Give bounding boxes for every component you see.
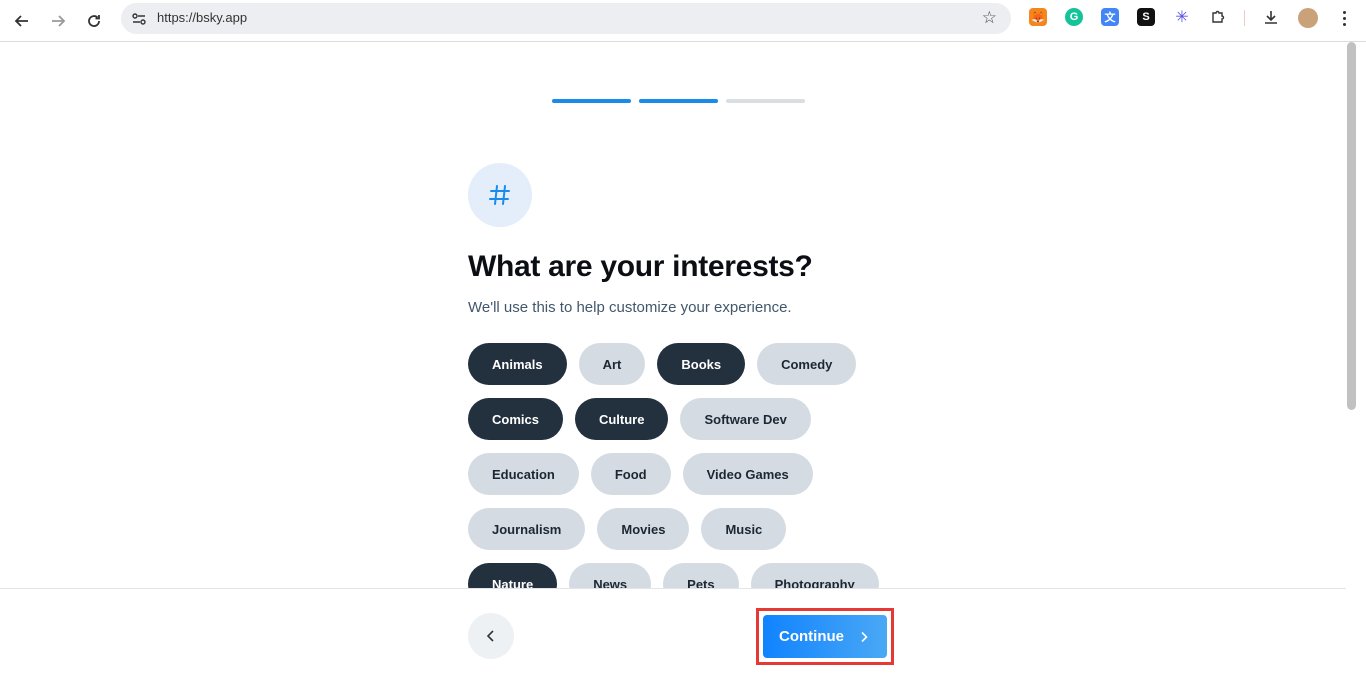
interest-chip-comics[interactable]: Comics	[468, 398, 563, 440]
progress-step-2	[639, 99, 718, 103]
translate-extension-icon[interactable]: 文	[1101, 8, 1119, 26]
browser-menu-icon[interactable]	[1336, 6, 1352, 30]
interest-chip-education[interactable]: Education	[468, 453, 579, 495]
interest-chip-art[interactable]: Art	[578, 343, 646, 385]
interest-chip-photography[interactable]: Photography	[750, 563, 879, 589]
back-button[interactable]	[468, 613, 514, 659]
metamask-extension-icon[interactable]: 🦊	[1029, 8, 1047, 26]
interest-chip-journalism[interactable]: Journalism	[468, 508, 586, 550]
toolbar-separator	[1244, 10, 1245, 26]
site-info-icon[interactable]	[127, 7, 151, 31]
progress-step-3	[726, 99, 805, 103]
grammarly-extension-icon[interactable]: G	[1065, 8, 1083, 26]
step-progress	[552, 99, 805, 103]
browser-toolbar: https://bsky.app ☆ 🦊 G 文 S ✳	[0, 0, 1366, 42]
page-subtitle: We'll use this to help customize your ex…	[468, 299, 792, 316]
interest-chip-culture[interactable]: Culture	[574, 398, 669, 440]
interest-chip-food[interactable]: Food	[590, 453, 671, 495]
scrollbar-thumb[interactable]	[1347, 42, 1356, 410]
asterisk-extension-icon[interactable]: ✳	[1173, 8, 1191, 26]
hash-icon	[468, 163, 532, 227]
interest-chip-news[interactable]: News	[569, 563, 652, 589]
s-extension-icon[interactable]: S	[1137, 8, 1155, 26]
progress-step-1	[552, 99, 631, 103]
extensions-puzzle-icon[interactable]	[1209, 8, 1227, 26]
interest-chip-nature[interactable]: Nature	[468, 563, 558, 589]
interest-chip-comedy[interactable]: Comedy	[757, 343, 857, 385]
chevron-left-icon	[486, 630, 494, 642]
interest-chip-movies[interactable]: Movies	[597, 508, 690, 550]
interest-chip-software-dev[interactable]: Software Dev	[680, 398, 811, 440]
continue-label: Continue	[779, 628, 844, 645]
onboarding-footer: Continue	[0, 588, 1346, 683]
interest-chip-music[interactable]: Music	[701, 508, 787, 550]
interest-row: Animals Art Books Comedy	[468, 343, 908, 385]
download-icon[interactable]	[1262, 8, 1280, 26]
page-title: What are your interests?	[468, 250, 813, 283]
interest-chip-animals[interactable]: Animals	[468, 343, 567, 385]
url-text[interactable]: https://bsky.app	[157, 10, 247, 25]
interest-chips: Animals Art Books Comedy Comics Culture Softwa…	[468, 343, 908, 589]
interest-chip-video-games[interactable]: Video Games	[682, 453, 813, 495]
chevron-right-icon	[861, 631, 868, 642]
interest-row: Nature News Pets Photography	[468, 563, 908, 589]
forward-arrow-icon[interactable]	[43, 6, 73, 36]
interest-row: Journalism Movies Music	[468, 508, 908, 550]
profile-avatar[interactable]	[1298, 8, 1318, 28]
continue-button[interactable]: Continue	[763, 615, 887, 658]
interest-chip-books[interactable]: Books	[657, 343, 746, 385]
reload-icon[interactable]	[79, 6, 109, 36]
bookmark-star-icon[interactable]: ☆	[982, 8, 997, 28]
address-bar[interactable]: https://bsky.app ☆	[121, 3, 1011, 34]
back-arrow-icon[interactable]	[7, 6, 37, 36]
interest-row: Education Food Video Games	[468, 453, 908, 495]
interest-row: Comics Culture Software Dev	[468, 398, 908, 440]
interest-chip-pets[interactable]: Pets	[663, 563, 739, 589]
onboarding-page: What are your interests? We'll use this …	[0, 42, 1346, 589]
